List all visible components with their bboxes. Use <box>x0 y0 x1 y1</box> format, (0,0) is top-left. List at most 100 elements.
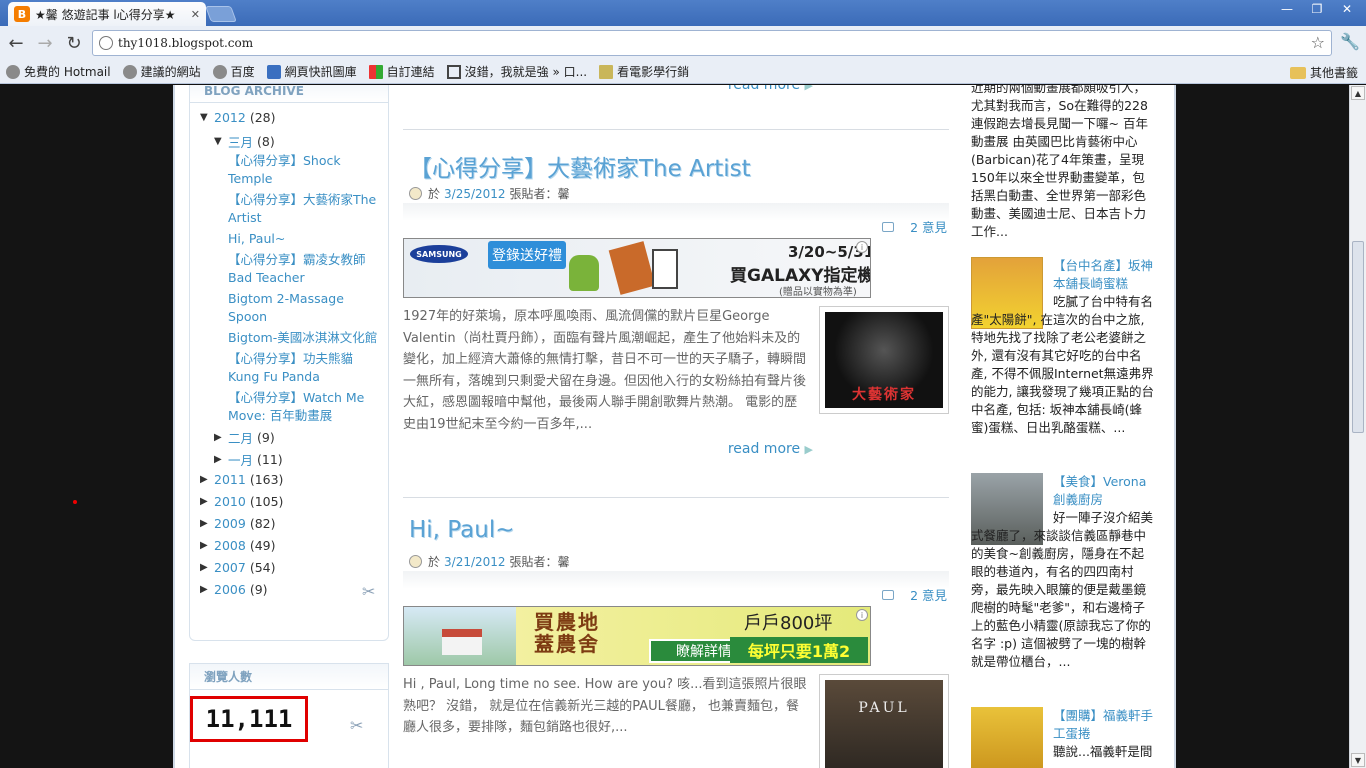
bookmark-baidu[interactable]: 百度 <box>212 63 255 80</box>
expand-triangle-icon[interactable]: ▶ <box>200 540 214 551</box>
farmland-ad-banner[interactable]: 買農地蓋農舍 瞭解詳情 戶戶800坪 每坪只要1萬2 i <box>403 606 871 666</box>
archive-month-january[interactable]: ▶ 一月 (11) <box>214 450 283 469</box>
address-bar[interactable]: thy1018.blogspot.com ☆ <box>92 30 1332 56</box>
post-date-link[interactable]: 3/21/2012 <box>444 555 506 569</box>
archive-year-2010[interactable]: ▶ 2010 (105) <box>200 494 283 509</box>
ad-register-button[interactable]: 登錄送好禮 <box>488 241 566 269</box>
archive-post-link[interactable]: Bigtom-美國冰淇淋文化館 <box>228 329 388 347</box>
expand-triangle-icon[interactable]: ▶ <box>200 562 214 573</box>
archive-post-link[interactable]: 【心得分享】功夫熊貓 Kung Fu Panda <box>228 350 378 386</box>
popular-post-link[interactable]: 【團購】福義軒手工蛋捲 <box>1053 707 1157 743</box>
archive-post-link[interactable]: 【心得分享】霸凌女教師 Bad Teacher <box>228 251 378 287</box>
post-divider <box>403 497 949 498</box>
archive-count: (8) <box>257 134 275 149</box>
tab-close-icon[interactable]: ✕ <box>191 8 200 21</box>
archive-year-2012[interactable]: ▼ 2012 (28) <box>200 110 275 125</box>
archive-year-2006[interactable]: ▶ 2006 (9) <box>200 582 268 597</box>
vertical-scrollbar[interactable]: ▲ ▼ <box>1349 85 1366 768</box>
browser-tab[interactable]: B ★馨 悠遊記事 l心得分享★ ✕ <box>8 2 206 26</box>
bookmark-movie-marketing[interactable]: 看電影學行銷 <box>599 63 689 80</box>
scroll-up-arrow-icon[interactable]: ▲ <box>1351 86 1365 100</box>
other-bookmarks-label: 其他書籤 <box>1309 66 1358 80</box>
archive-year-2007[interactable]: ▶ 2007 (54) <box>200 560 275 575</box>
close-window-button[interactable]: ✕ <box>1332 0 1362 18</box>
comments-link[interactable]: 2 意見 <box>882 217 947 236</box>
comments-link[interactable]: 2 意見 <box>882 585 947 604</box>
samsung-ad-banner[interactable]: SAMSUNG 登錄送好禮 3/20~5/31 買GALAXY指定機種 (贈品以… <box>403 238 871 298</box>
archive-count: (28) <box>249 110 276 125</box>
archive-count: (163) <box>249 472 284 487</box>
post-date-link[interactable]: 3/25/2012 <box>444 187 506 201</box>
post-divider <box>403 129 949 130</box>
archive-year-link[interactable]: 2012 <box>214 110 246 125</box>
bookmark-custom-links[interactable]: 自訂連結 <box>368 63 435 80</box>
read-more-link[interactable]: read more ▶ <box>728 441 813 457</box>
archive-post-link[interactable]: 【心得分享】Shock Temple <box>228 152 378 188</box>
egg-roll-image[interactable] <box>971 707 1043 768</box>
archive-month-march[interactable]: ▼ 三月 (8) <box>214 132 275 151</box>
bookmark-web-slice-gallery[interactable]: 網頁快訊圖庫 <box>266 63 357 80</box>
ad-info-icon[interactable]: i <box>856 609 868 621</box>
expand-triangle-icon[interactable]: ▶ <box>200 518 214 529</box>
read-more-label: read more <box>727 85 801 93</box>
bookmark-star-icon[interactable]: ☆ <box>1311 33 1325 52</box>
forward-arrow-icon[interactable]: → <box>32 30 58 56</box>
archive-post-link[interactable]: Bigtom 2-Massage Spoon <box>228 290 378 326</box>
archive-count: (11) <box>257 452 283 467</box>
expand-triangle-icon[interactable]: ▶ <box>200 584 214 595</box>
archive-month-link[interactable]: 一月 <box>228 450 253 469</box>
archive-year-2009[interactable]: ▶ 2009 (82) <box>200 516 275 531</box>
expand-triangle-icon[interactable]: ▶ <box>200 496 214 507</box>
archive-month-link[interactable]: 二月 <box>228 428 253 447</box>
samsung-logo: SAMSUNG <box>410 245 468 263</box>
bookmark-label: 建議的網站 <box>140 65 201 79</box>
archive-post-link[interactable]: Hi, Paul~ <box>228 230 378 248</box>
ad-headline: 買農地蓋農舍 <box>534 610 600 656</box>
edit-tools-icon[interactable]: ✂ <box>362 582 380 601</box>
archive-post-link[interactable]: 【心得分享】Watch Me Move: 百年動畫展 <box>228 389 378 425</box>
archive-year-link[interactable]: 2010 <box>214 494 246 509</box>
wrench-icon[interactable]: 🔧 <box>1340 32 1360 51</box>
archive-year-link[interactable]: 2011 <box>214 472 246 487</box>
archive-count: (105) <box>249 494 284 509</box>
expand-triangle-icon[interactable]: ▶ <box>214 432 228 443</box>
archive-year-link[interactable]: 2006 <box>214 582 246 597</box>
popular-post-link[interactable]: 【美食】Verona 創義廚房 <box>1053 473 1157 509</box>
scrollbar-thumb[interactable] <box>1352 241 1364 433</box>
new-tab-button[interactable] <box>205 6 237 22</box>
post-meta: 於 3/21/2012 張貼者： 馨 <box>409 553 570 570</box>
archive-post-link[interactable]: 【心得分享】大藝術家The Artist <box>228 191 378 227</box>
popular-post-link[interactable]: 【台中名產】坂神本舖長崎蜜糕 <box>1053 257 1157 293</box>
post-title-link[interactable]: 【心得分享】大藝術家The Artist <box>409 149 751 183</box>
maximize-button[interactable]: ❐ <box>1302 0 1332 18</box>
archive-year-link[interactable]: 2009 <box>214 516 246 531</box>
archive-year-link[interactable]: 2007 <box>214 560 246 575</box>
expand-triangle-icon[interactable]: ▼ <box>200 112 214 123</box>
back-arrow-icon[interactable]: ← <box>3 30 29 56</box>
bookmark-strong[interactable]: 沒錯，我就是強 » 口... <box>446 63 587 80</box>
archive-month-february[interactable]: ▶ 二月 (9) <box>214 428 275 447</box>
edit-tools-icon[interactable]: ✂ <box>350 716 368 735</box>
expand-triangle-icon[interactable]: ▶ <box>200 474 214 485</box>
scroll-down-arrow-icon[interactable]: ▼ <box>1351 753 1365 767</box>
archive-month-link[interactable]: 三月 <box>228 132 253 151</box>
archive-year-2008[interactable]: ▶ 2008 (49) <box>200 538 275 553</box>
minimize-button[interactable]: — <box>1272 0 1302 18</box>
ad-info-icon[interactable]: i <box>856 241 868 253</box>
archive-year-link[interactable]: 2008 <box>214 538 246 553</box>
other-bookmarks[interactable]: 其他書籤 <box>1289 64 1358 81</box>
post-thumbnail[interactable]: PAUL <box>819 674 949 768</box>
bookmark-suggested-sites[interactable]: 建議的網站 <box>122 63 201 80</box>
post-title-link[interactable]: Hi, Paul~ <box>409 517 514 543</box>
read-more-link[interactable]: read more ▶ <box>728 85 813 93</box>
expand-triangle-icon[interactable]: ▶ <box>214 454 228 465</box>
archive-year-2011[interactable]: ▶ 2011 (163) <box>200 472 283 487</box>
archive-count: (54) <box>249 560 276 575</box>
post-thumbnail[interactable]: 大藝術家 <box>819 306 949 414</box>
expand-triangle-icon[interactable]: ▼ <box>214 136 228 147</box>
reload-icon[interactable]: ↻ <box>61 30 87 56</box>
bookmark-hotmail[interactable]: 免費的 Hotmail <box>6 63 111 80</box>
comments-label: 2 意見 <box>910 220 947 235</box>
ad-price: 戶戶800坪 <box>744 613 833 634</box>
url-text: thy1018.blogspot.com <box>118 36 254 50</box>
